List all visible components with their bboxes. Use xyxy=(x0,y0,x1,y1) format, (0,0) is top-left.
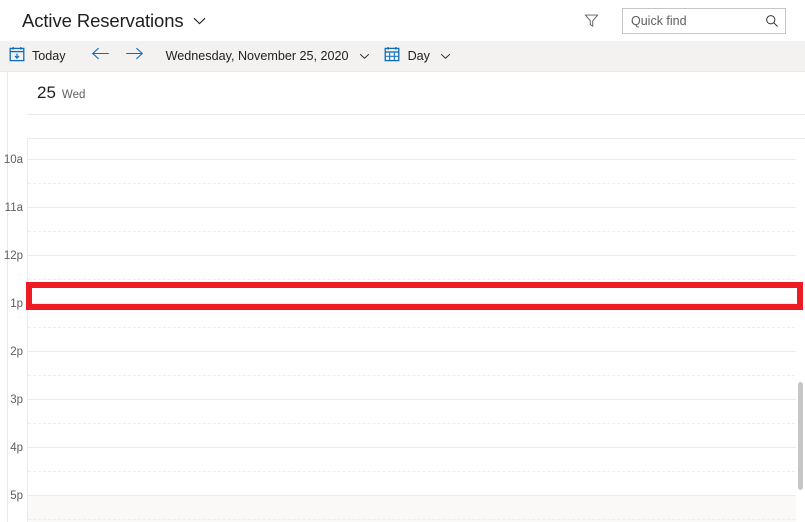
filter-funnel-icon[interactable] xyxy=(578,8,604,34)
all-day-events-strip[interactable] xyxy=(27,115,805,139)
half-hour-divider xyxy=(28,471,800,472)
chevron-down-icon[interactable] xyxy=(440,53,451,60)
half-hour-divider xyxy=(28,183,800,184)
time-gutter-label: 5p xyxy=(10,490,23,502)
page-title: Active Reservations xyxy=(22,9,184,31)
day-column-header[interactable]: 25 Wed xyxy=(27,72,805,115)
calendar-today-icon xyxy=(9,46,25,67)
view-selector-label: Day xyxy=(407,49,430,63)
current-date-label: Wednesday, November 25, 2020 xyxy=(165,49,349,63)
time-slot-row[interactable] xyxy=(28,448,800,496)
day-number: 25 xyxy=(37,83,56,102)
time-slot-row[interactable] xyxy=(28,256,800,304)
app-header: Active Reservations xyxy=(0,0,805,41)
header-actions xyxy=(578,0,805,41)
chevron-down-icon[interactable] xyxy=(359,53,370,60)
time-slot-row[interactable] xyxy=(28,400,800,448)
time-gutter-label: 4p xyxy=(10,442,23,454)
time-grid-scroll-area: 10a 11a 12p 1p 2p 3p 4p 5p xyxy=(0,139,805,522)
day-of-week: Wed xyxy=(61,89,86,101)
arrow-right-icon xyxy=(125,47,144,65)
half-hour-divider xyxy=(28,519,800,520)
half-hour-divider xyxy=(28,375,800,376)
half-hour-divider xyxy=(28,423,800,424)
page-title-dropdown[interactable]: Active Reservations xyxy=(22,10,206,32)
previous-day-button[interactable] xyxy=(84,41,118,72)
time-slot-row[interactable] xyxy=(28,352,800,400)
time-grid-body[interactable] xyxy=(27,139,800,522)
time-gutter-label: 11a xyxy=(4,202,23,214)
time-slot-row[interactable] xyxy=(28,496,800,522)
time-gutter-label: 10a xyxy=(3,154,23,166)
calendar-view: 25 Wed 10a 11a 12p 1p 2p 3p 4p 5p xyxy=(0,72,805,522)
time-slot-row[interactable] xyxy=(28,160,800,208)
chevron-down-icon[interactable] xyxy=(193,12,206,30)
next-day-button[interactable] xyxy=(118,41,152,72)
half-hour-divider xyxy=(28,231,800,232)
half-hour-divider xyxy=(28,279,800,280)
view-selector[interactable]: Day xyxy=(384,41,451,72)
vertical-scrollbar[interactable] xyxy=(796,139,805,522)
arrow-left-icon xyxy=(91,47,110,65)
time-gutter-label: 12p xyxy=(3,250,23,262)
time-gutter-label: 3p xyxy=(10,394,23,406)
time-slot-row[interactable] xyxy=(28,139,800,160)
calendar-command-bar: Today Wednesday, November 25, 2020 Day xyxy=(0,41,805,72)
vertical-scrollbar-thumb[interactable] xyxy=(798,382,803,490)
time-gutter-label: 2p xyxy=(10,346,23,358)
time-slot-row[interactable] xyxy=(28,208,800,256)
date-picker[interactable]: Wednesday, November 25, 2020 xyxy=(152,41,370,72)
calendar-day-icon xyxy=(384,46,400,67)
today-button-label: Today xyxy=(32,49,66,63)
half-hour-divider xyxy=(28,327,800,328)
today-button[interactable]: Today xyxy=(9,41,66,72)
time-slot-row[interactable] xyxy=(28,304,800,352)
search-icon[interactable] xyxy=(759,9,785,33)
search-input[interactable] xyxy=(623,8,759,33)
time-gutter: 10a 11a 12p 1p 2p 3p 4p 5p xyxy=(4,139,27,522)
quick-find-box[interactable] xyxy=(622,7,786,34)
time-gutter-label: 1p xyxy=(10,298,23,310)
